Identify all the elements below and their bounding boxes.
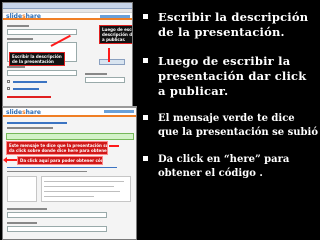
site-logo: slideshare [6, 109, 41, 116]
embed-field[interactable] [7, 226, 107, 232]
bullet-list: Escribir la descripción de la presentaci… [141, 10, 318, 181]
site-header: slideshare [3, 13, 132, 20]
section-label [7, 208, 47, 210]
get-code-callout: Da click aquí para poder obtener código. [17, 156, 103, 165]
description-label [7, 38, 33, 40]
bullet-item: Escribir la descripción de la presentaci… [141, 10, 318, 40]
square-bullet-icon [143, 58, 148, 63]
page-subtitle-text [7, 127, 53, 129]
title-input[interactable] [7, 29, 77, 35]
callout-line: a publicar. [102, 37, 126, 42]
url-field[interactable] [7, 212, 107, 218]
publish-arrow [108, 48, 110, 62]
site-logo: slideshare [6, 13, 41, 20]
upload-form-screenshot: slideshare Escribir la descripción de la… [2, 2, 133, 107]
bullet-text: Luego de escribir la presentación dar cl… [158, 54, 307, 98]
square-bullet-icon [143, 14, 148, 19]
bullet-text: Da click en “here” para obtener el códig… [158, 154, 290, 179]
callout-line: Da click aquí para poder obtener código. [20, 158, 103, 163]
embed-code-box[interactable] [41, 176, 131, 202]
section-label-2 [7, 222, 37, 224]
code-line [44, 186, 114, 187]
bullet-text: Escribir la descripción de la presentaci… [158, 10, 309, 39]
option-link-2[interactable] [13, 88, 39, 90]
option-checkbox[interactable] [7, 80, 10, 83]
upload-success-screenshot: slideshare Este mensaje te dice que la p… [2, 106, 137, 240]
bullet-item: Da click en “here” para obtener el códig… [141, 153, 318, 181]
slide-thumbnail[interactable] [7, 176, 37, 202]
category-label [85, 73, 107, 75]
option-link[interactable] [13, 81, 47, 83]
bullet-text: El mensaje verde te dice que la presenta… [158, 113, 318, 138]
square-bullet-icon [143, 115, 148, 120]
site-header: slideshare [3, 108, 136, 117]
get-code-arrow-stem [7, 159, 17, 161]
description-callout: Escribir la descripción de la presentaci… [9, 52, 65, 66]
tags-input[interactable] [7, 70, 77, 76]
option-checkbox-2[interactable] [7, 87, 10, 90]
publish-button[interactable] [99, 59, 125, 65]
success-message-bar [6, 133, 134, 140]
required-field-underline [7, 96, 51, 98]
success-arrow [109, 145, 119, 147]
tags-label [7, 66, 25, 68]
bullet-item: El mensaje verde te dice que la presenta… [141, 112, 318, 140]
here-link-row[interactable] [7, 167, 117, 168]
square-bullet-icon [143, 156, 148, 161]
callout-line: de la presentación [12, 59, 54, 64]
bullet-item: Luego de escribir la presentación dar cl… [141, 54, 318, 99]
callout-line: da click sobre donde dice here para obte… [9, 148, 108, 153]
code-line [44, 196, 94, 197]
success-callout: Este mensaje te dice que la presentación… [6, 141, 108, 155]
info-text-row [7, 171, 87, 172]
site-nav-tabs [100, 15, 130, 18]
page-subtitle-link[interactable] [7, 122, 67, 124]
code-line [44, 181, 124, 182]
site-nav-tabs [104, 110, 134, 113]
publish-callout: Luego de escribir la descripción dar cli… [99, 25, 132, 44]
title-label [7, 25, 29, 27]
slide: slideshare Escribir la descripción de la… [0, 0, 320, 240]
code-line [44, 191, 120, 192]
get-code-arrow-head [3, 157, 7, 163]
category-select[interactable] [85, 77, 125, 83]
